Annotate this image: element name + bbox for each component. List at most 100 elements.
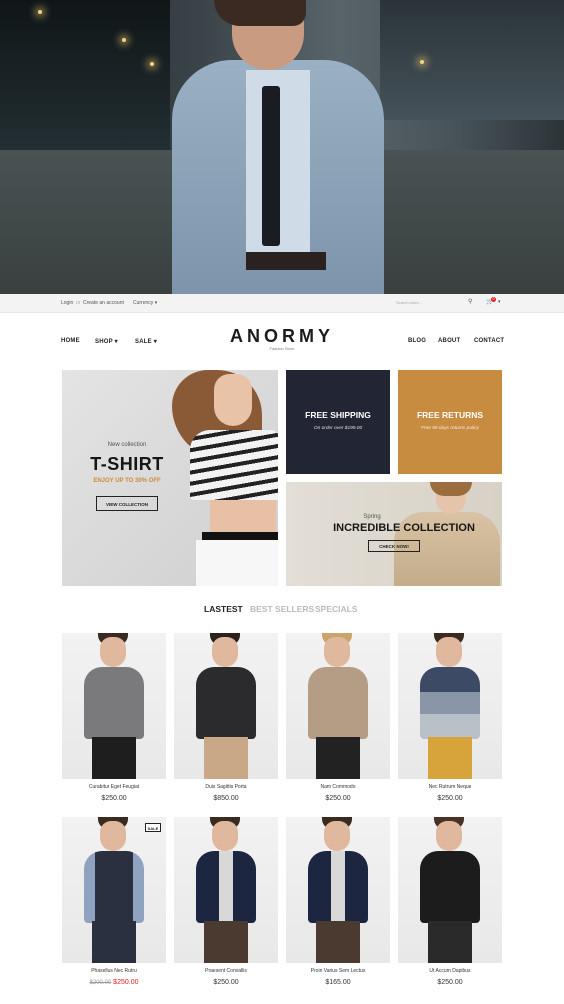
banner-model-belt [202, 532, 278, 540]
tab-latest[interactable]: LASTEST [204, 604, 243, 614]
product-price: $850.00 [213, 795, 239, 802]
product-image[interactable] [286, 633, 390, 779]
product-name[interactable]: Duis Sagittis Porta [174, 784, 278, 790]
model-pants [316, 737, 360, 779]
model-head [324, 821, 350, 851]
model-head [100, 821, 126, 851]
hero-building-right [380, 0, 564, 120]
product-price: $250.00 [437, 979, 463, 986]
nav-blog[interactable]: BLOG [408, 338, 426, 344]
product-price: $250.00 [213, 979, 239, 986]
view-collection-button[interactable]: VIEW COLLECTION [96, 496, 158, 511]
hero-model-tie [262, 86, 280, 246]
banner-subtitle: ENJOY UP TO 30% OFF [93, 478, 161, 484]
brand-tagline: Fashion Store [269, 346, 295, 351]
model-head [436, 637, 462, 667]
chevron-down-icon: ▾ [114, 339, 118, 345]
model-sheer-top [420, 851, 480, 923]
product-name[interactable]: Curabitur Eget Feugiat [62, 784, 166, 790]
product-price: $250.00 [325, 795, 351, 802]
model-pants [316, 921, 360, 963]
sale-badge: SALE [145, 823, 161, 832]
banner-model-striped-top [190, 430, 278, 500]
model-pants [204, 737, 248, 779]
nav-about[interactable]: ABOUT [438, 338, 460, 344]
nav-home[interactable]: HOME [61, 338, 80, 344]
model-pants [428, 737, 472, 779]
tab-best-sellers[interactable]: BEST SELLERS [250, 604, 314, 614]
free-returns-box: FREE RETURNS Free 90 days returns policy [398, 370, 502, 474]
product-name[interactable]: Nam Commodo [286, 784, 390, 790]
product-name[interactable]: Proin Varius Sem Lectus [286, 968, 390, 974]
spring-banner[interactable]: Spring INCREDIBLE COLLECTION CHECK NOW! [286, 482, 502, 586]
model-head [324, 637, 350, 667]
model-head [100, 637, 126, 667]
hero-building-left [0, 0, 170, 160]
search-input[interactable]: Search store... [396, 298, 476, 308]
model-pants [204, 921, 248, 963]
product-name[interactable]: Praesent Convallis [174, 968, 278, 974]
model-tshirt [420, 667, 480, 739]
model-tshirt [196, 667, 256, 739]
free-shipping-box: FREE SHIPPING On order over $199.00 [286, 370, 390, 474]
login-separator: or [76, 300, 81, 306]
model-blazer [308, 851, 368, 923]
street-light [420, 60, 424, 64]
nav-contact[interactable]: CONTACT [474, 338, 504, 344]
product-image[interactable] [286, 817, 390, 963]
banner-kicker: New collection [107, 442, 147, 448]
chevron-down-icon[interactable]: ▾ [498, 299, 501, 305]
model-head [212, 637, 238, 667]
product-image[interactable] [398, 633, 502, 779]
product-image[interactable] [174, 817, 278, 963]
model-head [436, 821, 462, 851]
product-image[interactable] [62, 633, 166, 779]
street-light [150, 62, 154, 66]
nav-shop[interactable]: SHOP ▾ [95, 338, 118, 345]
currency-dropdown[interactable]: Currency ▾ [133, 300, 157, 306]
login-link[interactable]: Login [61, 300, 73, 306]
cart-count-badge: 0 [491, 297, 496, 302]
model-pants [92, 921, 136, 963]
model-head [212, 821, 238, 851]
free-returns-title: FREE RETURNS [416, 410, 484, 420]
free-returns-subtitle: Free 90 days returns policy [421, 426, 479, 431]
product-image[interactable] [174, 633, 278, 779]
street-light [38, 10, 42, 14]
product-name[interactable]: Ut Accum Dapibus [398, 968, 502, 974]
model-vest [84, 851, 144, 923]
nav-shop-label: SHOP [95, 339, 113, 345]
create-account-link[interactable]: Create an account [83, 300, 124, 306]
spring-kicker: Spring [363, 514, 381, 520]
product-price: $250.00 [101, 795, 127, 802]
model-pants [92, 737, 136, 779]
tshirt-banner[interactable]: New collection T-SHIRT ENJOY UP TO 30% O… [62, 370, 278, 586]
model-pants [428, 921, 472, 963]
product-name[interactable]: Phasellus Nec Rutru [62, 968, 166, 974]
product-sale-price: $250.00 [113, 979, 139, 986]
hero-banner [0, 0, 564, 294]
model-blouse [84, 667, 144, 739]
chevron-down-icon: ▾ [153, 339, 157, 345]
top-bar: Login or Create an account Currency ▾ Se… [0, 294, 564, 313]
hero-model-hair [214, 0, 306, 26]
free-shipping-title: FREE SHIPPING [305, 410, 371, 420]
brand-logo[interactable]: ANORMY [222, 326, 342, 347]
check-now-button[interactable]: CHECK NOW! [368, 540, 420, 552]
street-light [122, 38, 126, 42]
product-name[interactable]: Nec Rutrum Neque [398, 784, 502, 790]
tab-specials[interactable]: SPECIALS [315, 604, 358, 614]
model-blouse [308, 667, 368, 739]
model-blazer [196, 851, 256, 923]
product-image[interactable] [398, 817, 502, 963]
banner-model-midriff [210, 500, 276, 532]
chevron-down-icon: ▾ [154, 300, 158, 306]
nav-sale[interactable]: SALE ▾ [135, 338, 157, 345]
hero-model-belt [246, 252, 326, 270]
product-image[interactable]: SALE [62, 817, 166, 963]
banner-model-face [214, 374, 252, 426]
nav-sale-label: SALE [135, 339, 152, 345]
free-shipping-subtitle: On order over $199.00 [313, 426, 363, 431]
search-icon[interactable]: ⚲ [468, 298, 472, 305]
currency-label: Currency [133, 300, 154, 306]
